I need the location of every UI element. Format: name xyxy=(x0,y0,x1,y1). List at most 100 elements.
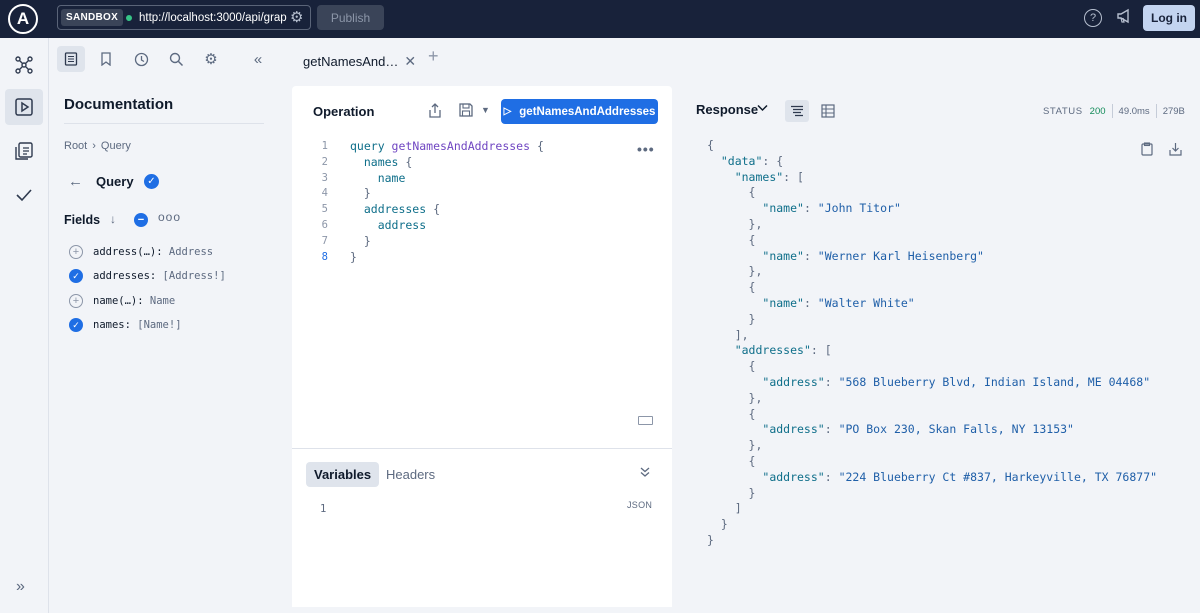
code-token: } xyxy=(350,233,371,248)
megaphone-icon[interactable] xyxy=(1115,8,1135,28)
chevron-down-icon[interactable] xyxy=(757,104,768,115)
close-icon[interactable]: ✕ xyxy=(404,53,416,70)
json-token: : { xyxy=(762,153,784,168)
tab-operation[interactable]: getNamesAnd… ✕ xyxy=(292,45,417,80)
login-button[interactable]: Log in xyxy=(1143,5,1195,31)
chevron-down-icon[interactable]: ▼ xyxy=(481,105,490,115)
back-arrow-icon[interactable]: ← xyxy=(68,173,83,190)
share-icon[interactable] xyxy=(428,103,442,123)
selected-field-icon[interactable]: ✓ xyxy=(69,318,83,332)
collapse-chevron-icon[interactable] xyxy=(639,466,651,481)
field-row-names[interactable]: ✓ names: [Name!] xyxy=(69,316,182,334)
json-token: "name" xyxy=(762,201,804,216)
divider xyxy=(1111,104,1113,118)
gear-icon[interactable]: ⚙ xyxy=(290,9,303,26)
question-circle-icon[interactable]: ? xyxy=(1084,9,1102,27)
history-icon[interactable] xyxy=(127,46,155,72)
more-options-icon[interactable]: ooo xyxy=(158,210,181,224)
field-type[interactable]: [Name!] xyxy=(137,319,181,331)
sandbox-badge: SANDBOX xyxy=(61,9,124,26)
code-line[interactable]: 6 address xyxy=(292,218,632,234)
current-type-title: Query xyxy=(96,174,134,189)
add-tab-icon[interactable]: + xyxy=(428,46,439,67)
field-row-name[interactable]: + name(…): Name xyxy=(69,292,175,310)
json-token: "name" xyxy=(762,295,804,310)
search-icon[interactable] xyxy=(162,46,190,72)
json-token: }, xyxy=(707,438,763,453)
field-type[interactable]: Address xyxy=(169,246,213,258)
json-token: "address" xyxy=(762,469,825,484)
endpoint-selector[interactable]: SANDBOX http://localhost:3000/api/graphq… xyxy=(57,5,311,30)
code-line[interactable]: 4 } xyxy=(292,186,632,202)
response-body[interactable]: { "data": { "names": [ { "name": "John T… xyxy=(707,138,1157,549)
tab-variables[interactable]: Variables xyxy=(306,462,380,487)
json-token: { xyxy=(707,406,756,421)
json-token: } xyxy=(707,485,756,500)
check-circle-icon[interactable]: ✓ xyxy=(144,174,159,189)
checkmark-icon[interactable] xyxy=(5,177,43,213)
line-number: 2 xyxy=(321,155,328,168)
response-title[interactable]: Response xyxy=(696,102,758,117)
code-line[interactable]: 3 name xyxy=(292,171,632,187)
more-options-icon[interactable]: ••• xyxy=(637,141,655,157)
apollo-logo[interactable]: A xyxy=(8,4,38,34)
operation-editor[interactable]: 1 query getNamesAndAddresses {2 names {3 … xyxy=(292,139,632,265)
download-icon[interactable] xyxy=(1169,142,1182,159)
settings-icon[interactable]: ⚙ xyxy=(197,46,225,72)
json-token: "Walter White" xyxy=(817,295,915,310)
save-icon[interactable] xyxy=(458,102,474,122)
publish-button[interactable]: Publish xyxy=(317,5,384,30)
double-chevron-right-icon[interactable]: » xyxy=(16,578,25,596)
double-chevron-left-icon[interactable]: « xyxy=(244,46,272,72)
field-type[interactable]: [Address!] xyxy=(163,270,226,282)
json-token: { xyxy=(707,185,756,200)
field-row-address[interactable]: + address(…): Address xyxy=(69,243,213,261)
field-row-addresses[interactable]: ✓ addresses: [Address!] xyxy=(69,267,226,285)
download-icon-svg xyxy=(1169,143,1182,156)
add-field-icon[interactable]: + xyxy=(69,294,83,308)
code-line[interactable]: 2 names { xyxy=(292,155,632,171)
code-line[interactable]: 5 addresses { xyxy=(292,202,632,218)
keyboard-icon[interactable] xyxy=(638,416,653,425)
response-line: "data": { xyxy=(707,154,1157,170)
status-label: STATUS xyxy=(1043,105,1083,117)
variables-panel: Variables Headers JSON 1 xyxy=(292,449,672,607)
schema-icon[interactable] xyxy=(5,47,43,83)
response-status: STATUS 200 49.0ms 279B xyxy=(1043,104,1185,118)
json-token: "PO Box 230, Skan Falls, NY 13153" xyxy=(838,422,1074,437)
breadcrumb-query[interactable]: Query xyxy=(101,140,131,152)
deselect-all-icon[interactable]: − xyxy=(134,213,148,227)
operation-panel: Operation ▼ ▷ getNamesAndAddresses ••• 1… xyxy=(292,86,672,448)
bookmark-icon[interactable] xyxy=(92,46,120,72)
sort-arrow-icon[interactable]: ↓ xyxy=(110,212,116,226)
json-view-icon-svg xyxy=(791,105,803,117)
response-line: }, xyxy=(707,438,1157,454)
documentation-icon[interactable] xyxy=(57,46,85,72)
code-text: name xyxy=(350,171,406,187)
endpoint-url[interactable]: http://localhost:3000/api/graphql xyxy=(139,10,287,26)
double-chevron-down-icon xyxy=(640,467,650,477)
code-text: query getNamesAndAddresses { xyxy=(350,139,544,155)
code-text: address xyxy=(350,218,426,234)
response-size: 279B xyxy=(1162,105,1185,117)
explorer-play-icon[interactable] xyxy=(5,89,43,125)
line-number: 1 xyxy=(321,140,328,152)
code-line[interactable]: 1 query getNamesAndAddresses { xyxy=(292,139,632,155)
breadcrumb-root[interactable]: Root xyxy=(64,140,87,152)
selected-field-icon[interactable]: ✓ xyxy=(69,269,83,283)
search-icon-svg xyxy=(169,52,183,66)
table-view-icon[interactable] xyxy=(818,101,838,121)
code-line[interactable]: 8} xyxy=(292,250,632,266)
response-line: } xyxy=(707,312,1157,328)
run-operation-button[interactable]: ▷ getNamesAndAddresses xyxy=(501,99,658,124)
code-text: } xyxy=(350,250,357,266)
add-field-icon[interactable]: + xyxy=(69,245,83,259)
checks-icon[interactable] xyxy=(5,133,43,169)
json-view-icon[interactable] xyxy=(785,100,809,122)
field-type[interactable]: Name xyxy=(150,295,175,307)
code-line[interactable]: 7 } xyxy=(292,234,632,250)
tab-headers[interactable]: Headers xyxy=(378,462,443,487)
line-number: 6 xyxy=(321,218,328,231)
